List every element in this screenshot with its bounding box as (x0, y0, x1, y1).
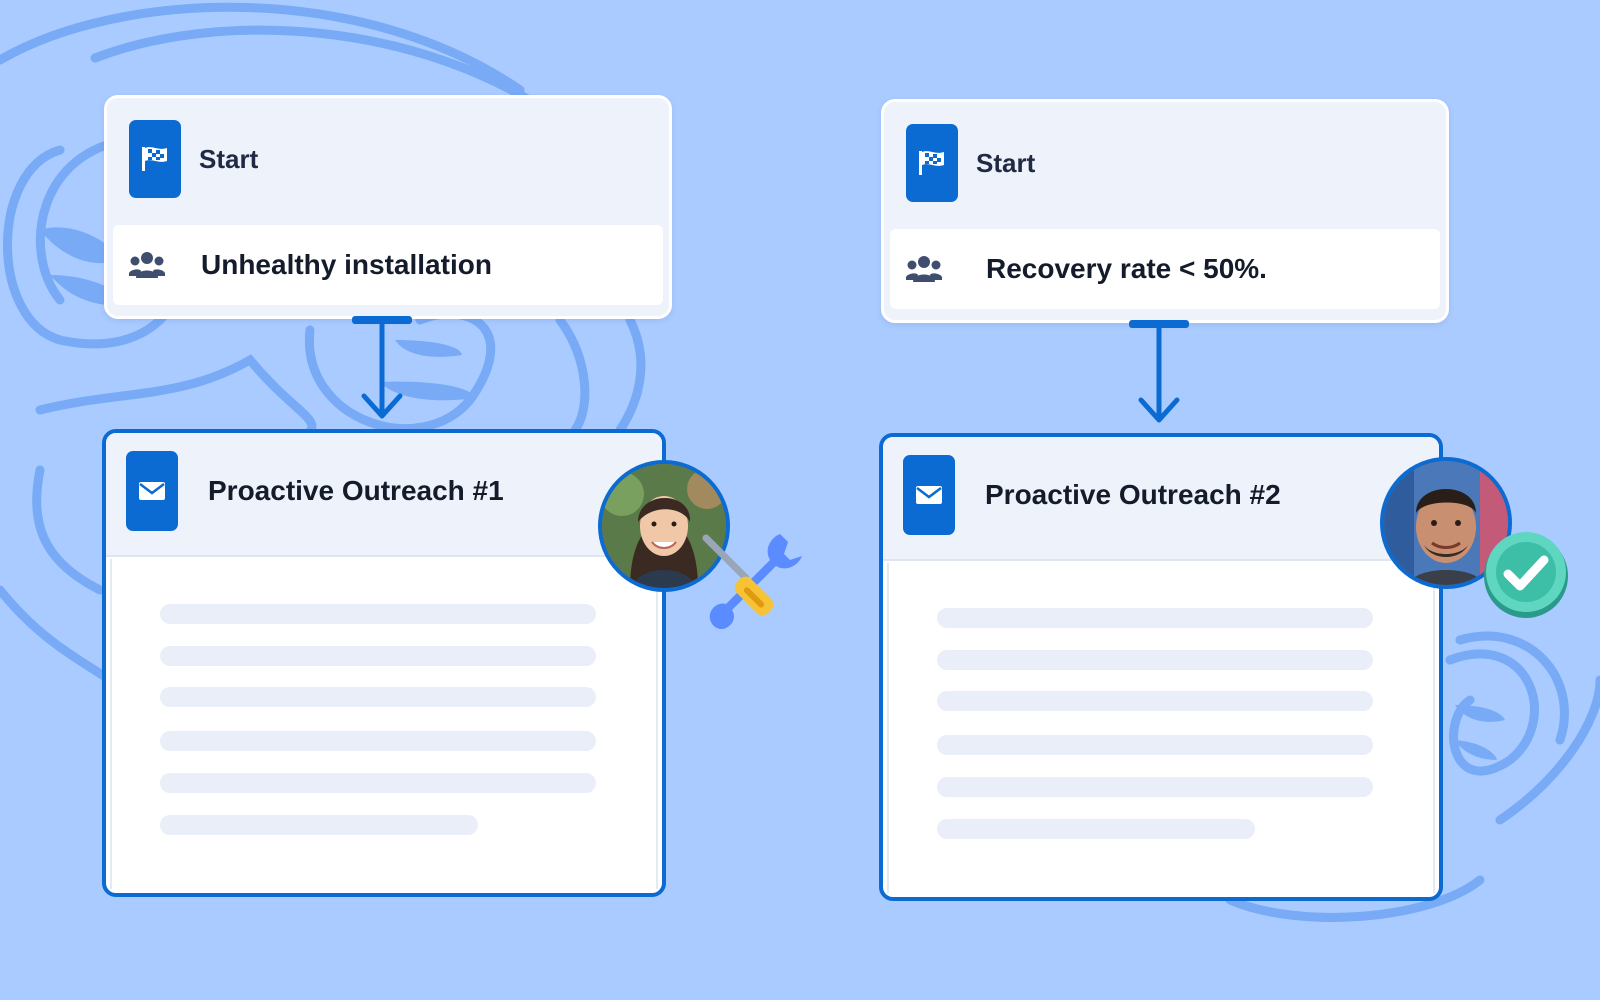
green-checkmark-icon (1484, 532, 1568, 618)
skeleton-line (160, 604, 596, 624)
workflow-2-trigger-card[interactable]: Start Recovery rate < 50%. (881, 99, 1449, 323)
skeleton-line (160, 646, 596, 666)
trigger-start-label: Start (199, 143, 259, 174)
action-title: Proactive Outreach #2 (985, 479, 1281, 510)
skeleton-line (160, 731, 596, 751)
skeleton-line (160, 815, 478, 835)
workflow-1-trigger-card[interactable]: Start Unhealthy installation (104, 95, 672, 319)
checkered-flag-icon (129, 120, 181, 198)
workflow-2-action-card[interactable]: Proactive Outreach #2 (879, 433, 1443, 901)
email-preview-placeholder (887, 563, 1435, 893)
skeleton-line (937, 691, 1373, 711)
envelope-icon (903, 455, 955, 535)
segment-row[interactable]: Recovery rate < 50%. (890, 229, 1440, 309)
segment-row[interactable]: Unhealthy installation (113, 225, 663, 305)
skeleton-line (160, 687, 596, 707)
skeleton-line (937, 777, 1373, 797)
action-title: Proactive Outreach #1 (208, 475, 504, 506)
email-preview-placeholder (110, 559, 658, 889)
segment-name: Recovery rate < 50%. (986, 253, 1267, 284)
skeleton-line (160, 773, 596, 793)
skeleton-line (937, 608, 1373, 628)
skeleton-line (937, 650, 1373, 670)
checkered-flag-icon (906, 124, 958, 202)
segment-name: Unhealthy installation (201, 249, 492, 280)
trigger-start-label: Start (976, 147, 1036, 178)
skeleton-line (937, 735, 1373, 755)
envelope-icon (126, 451, 178, 531)
flow-connector-arrow (1129, 320, 1189, 423)
users-group-icon (906, 256, 942, 282)
users-group-icon (129, 252, 165, 278)
wrench-screwdriver-icon (702, 534, 802, 630)
workflow-1-action-card[interactable]: Proactive Outreach #1 (102, 429, 666, 897)
skeleton-line (937, 819, 1255, 839)
flow-connector-arrow (352, 316, 412, 419)
